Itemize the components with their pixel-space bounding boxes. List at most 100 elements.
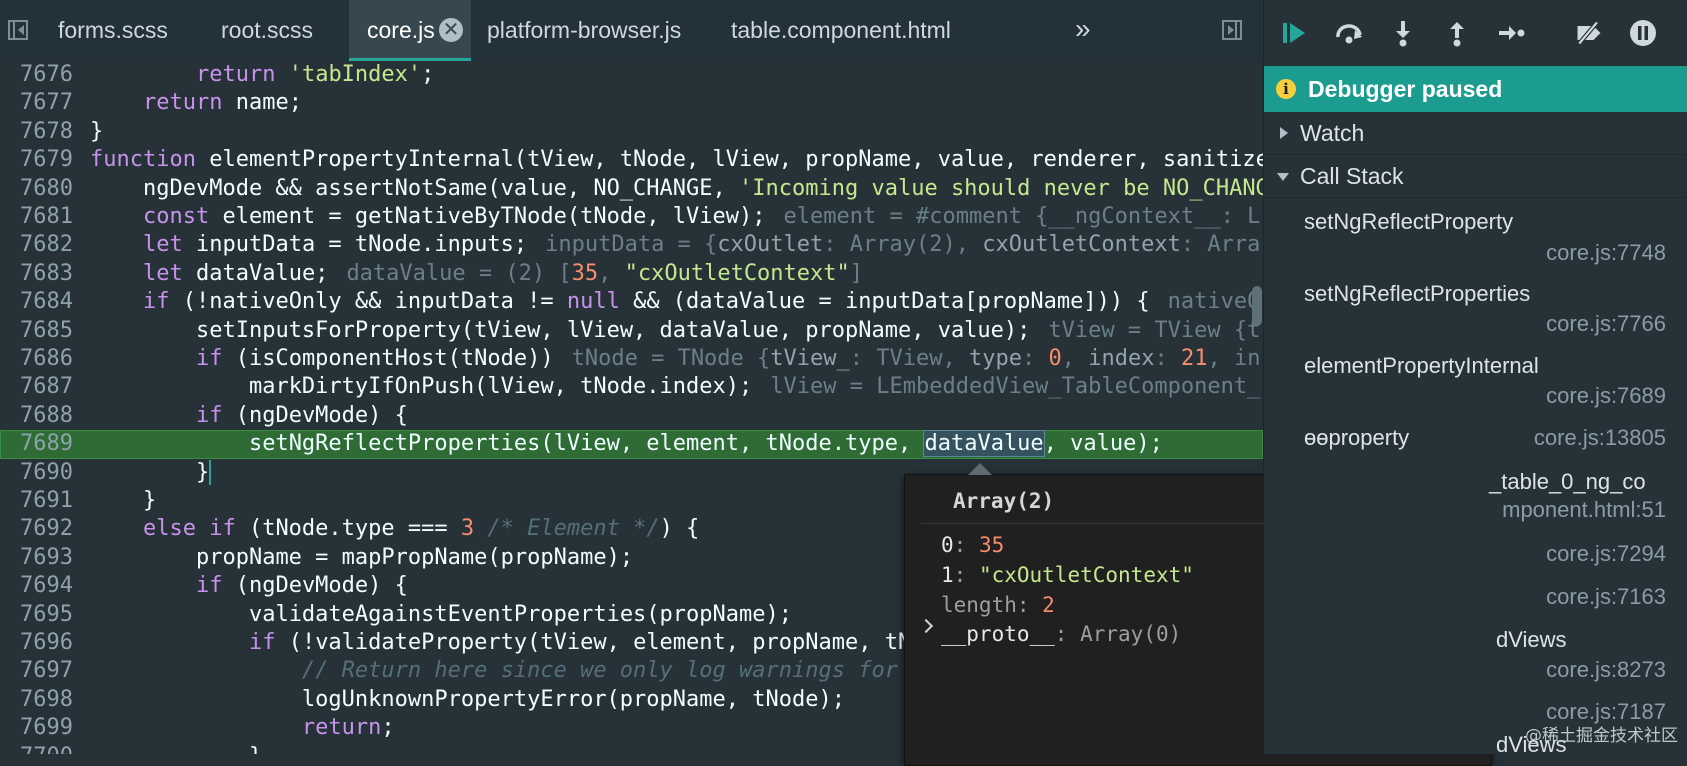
step-out-icon[interactable]	[1442, 18, 1472, 48]
more-tabs-button[interactable]: »	[1075, 0, 1091, 58]
line-number: 7692	[20, 516, 73, 542]
hovered-variable[interactable]: dataValue	[924, 431, 1044, 457]
property-key: 0	[941, 533, 954, 557]
code-token: dataValue;	[182, 260, 329, 286]
toggle-navigator-icon[interactable]	[8, 20, 28, 40]
line-number: 7695	[20, 601, 73, 627]
step-icon[interactable]	[1496, 18, 1526, 48]
property-value: "cxOutletContext"	[978, 563, 1194, 587]
inline-value-hint: lView = LEmbeddedView_TableComponent_	[770, 374, 1261, 400]
inline-value-hint: element = #comment {__ngContext__: L	[783, 204, 1261, 229]
close-icon[interactable]: ✕	[439, 18, 463, 42]
code-token: (ngDevMode) {	[222, 402, 408, 428]
callstack-section-header[interactable]: Call Stack	[1264, 155, 1687, 198]
section-label: Call Stack	[1300, 163, 1404, 189]
code-token: inputData = tNode.inputs;	[182, 232, 528, 258]
expand-caret-icon[interactable]	[918, 618, 934, 634]
deactivate-breakpoints-icon[interactable]	[1574, 18, 1604, 48]
code-line: 7676 return 'tabIndex';	[0, 61, 1263, 89]
array-item-1[interactable]: 1: "cxOutletContext"	[941, 563, 1194, 587]
caret-down-icon	[1277, 173, 1289, 181]
resume-icon[interactable]	[1280, 18, 1310, 48]
debugger-toolbar	[1264, 0, 1687, 66]
code-line: 7678}	[0, 118, 1263, 146]
code-line: 7683 let dataValue; dataValue = (2) [35, …	[0, 260, 1263, 288]
code-token: function	[90, 147, 196, 173]
line-number: 7680	[20, 175, 73, 201]
line-number: 7682	[20, 232, 73, 258]
array-item-0[interactable]: 0: 35	[941, 533, 1004, 557]
code-line: 7684 if (!nativeOnly && inputData != nul…	[0, 288, 1263, 316]
code-token: propName = mapPropName(propName);	[195, 544, 634, 570]
line-number: 7687	[20, 374, 73, 400]
tab-label: forms.scss	[58, 17, 168, 43]
paused-label: Debugger paused	[1308, 76, 1503, 102]
frame-location: core.js:7748	[1546, 240, 1666, 265]
code-token: ngDevMode && assertNotSame(value, NO_CHA…	[142, 175, 740, 201]
code-line: 7680 ngDevMode && assertNotSame(value, N…	[0, 175, 1263, 203]
property-value: Array(0)	[1080, 622, 1182, 646]
frame-location: core.js:7294	[1546, 541, 1666, 566]
tab-label: core.js	[367, 17, 435, 43]
code-token: name;	[222, 90, 302, 116]
tab-label: platform-browser.js	[487, 17, 682, 43]
code-token: (!validateProperty(tView, element, propN…	[275, 630, 912, 655]
frame-function-name: ɵɵproperty	[1304, 425, 1410, 450]
line-number: 7679	[20, 147, 73, 173]
code-line: 7682 let inputData = tNode.inputs; inputD…	[0, 231, 1263, 259]
code-token: element = getNativeByTNode(tNode, lView)…	[209, 204, 766, 229]
toggle-debugger-icon[interactable]	[1222, 20, 1242, 40]
debugger-paused-banner: i Debugger paused	[1264, 66, 1687, 112]
code-token: return	[142, 90, 223, 116]
code-token: if	[248, 630, 276, 655]
code-token: const	[142, 204, 210, 229]
frame-function-name: setNgReflectProperty	[1304, 209, 1514, 234]
watermark: @稀土掘金技术社区	[1525, 726, 1678, 746]
section-label: Watch	[1300, 120, 1365, 146]
property-key: length	[941, 593, 1017, 617]
code-token: return	[301, 715, 382, 741]
code-token: if	[195, 346, 223, 371]
tab-root-scss[interactable]: root.scss	[221, 0, 313, 61]
code-token: return	[195, 62, 276, 87]
tab-forms-scss[interactable]: forms.scss	[58, 0, 168, 61]
code-token: ;	[421, 62, 435, 87]
array-proto[interactable]: __proto__: Array(0)	[941, 622, 1181, 646]
line-number: 7683	[20, 260, 73, 286]
array-length[interactable]: length: 2	[941, 593, 1055, 617]
code-token: && (dataValue = inputData[propName])) {	[619, 289, 1150, 315]
code-token: logUnknownPropertyError(propName, tNode)…	[301, 686, 845, 712]
line-number: 7686	[20, 346, 73, 371]
step-over-icon[interactable]	[1334, 18, 1364, 48]
code-token: (!nativeOnly && inputData !=	[169, 289, 567, 315]
line-number: 7690	[20, 459, 73, 485]
pause-on-exceptions-icon[interactable]	[1628, 18, 1658, 48]
code-token: , value);	[1043, 431, 1163, 457]
code-token: 'tabIndex'	[288, 62, 422, 87]
property-key: __proto__	[941, 622, 1055, 646]
line-number: 7694	[20, 573, 73, 599]
code-token: }	[249, 744, 262, 754]
line-number: 7685	[20, 317, 73, 343]
inline-value-hint: tView = TView {t	[1048, 317, 1261, 343]
line-number: 7681	[20, 204, 73, 229]
frame-location: core.js:8273	[1546, 657, 1666, 682]
watch-section-header[interactable]: Watch	[1264, 112, 1687, 155]
code-token: if	[195, 573, 223, 599]
popover-title: Array(2)	[953, 489, 1055, 513]
frame-function-name: elementPropertyInternal	[1304, 353, 1539, 378]
tab-core-js[interactable]: core.js ✕	[349, 0, 471, 61]
line-number: 7698	[20, 686, 73, 712]
line-number: 7696	[20, 630, 73, 655]
editor-scrollbar[interactable]	[1252, 286, 1262, 326]
code-token: ;	[381, 715, 395, 741]
code-token: if	[142, 289, 170, 315]
code-token: null	[566, 289, 620, 315]
property-value: 2	[1042, 593, 1055, 617]
tab-table-component-html[interactable]: table.component.html	[731, 0, 951, 61]
code-line: 7685 setInputsForProperty(tView, lView, …	[0, 317, 1263, 345]
tab-platform-browser-js[interactable]: platform-browser.js	[487, 0, 681, 61]
code-line: 7677 return name;	[0, 89, 1263, 117]
step-into-icon[interactable]	[1388, 18, 1418, 48]
code-token: (isComponentHost(tNode))	[222, 346, 554, 371]
